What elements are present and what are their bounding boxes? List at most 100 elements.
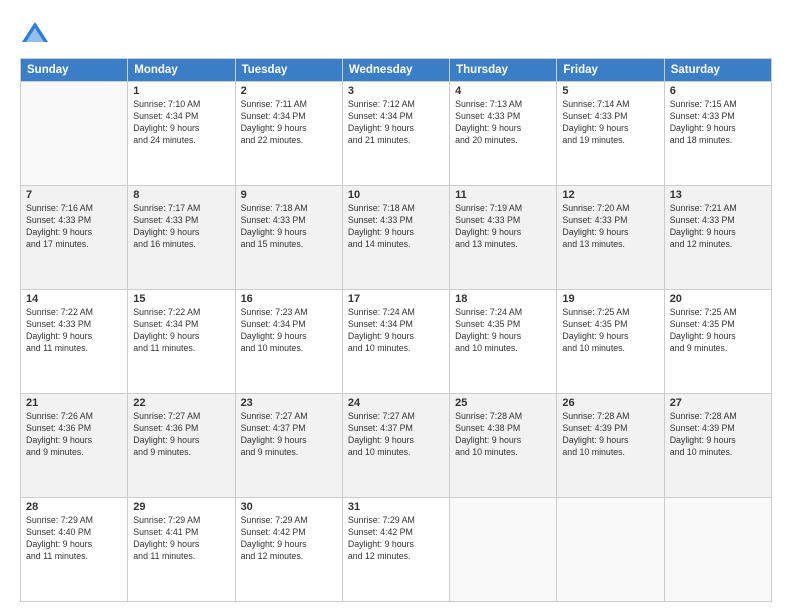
day-number: 21 — [26, 397, 122, 409]
calendar-cell: 5 Sunrise: 7:14 AM Sunset: 4:33 PM Daylig… — [557, 82, 664, 186]
day-info: Sunrise: 7:29 AM Sunset: 4:42 PM Dayligh… — [348, 515, 444, 563]
day-number: 1 — [133, 85, 229, 97]
day-number: 9 — [241, 189, 337, 201]
calendar-week-row: 7 Sunrise: 7:16 AM Sunset: 4:33 PM Daylig… — [21, 186, 772, 290]
day-info: Sunrise: 7:17 AM Sunset: 4:33 PM Dayligh… — [133, 203, 229, 251]
day-number: 3 — [348, 85, 444, 97]
weekday-friday: Friday — [557, 59, 664, 82]
calendar-cell: 11 Sunrise: 7:19 AM Sunset: 4:33 PM Dayli… — [450, 186, 557, 290]
day-number: 10 — [348, 189, 444, 201]
calendar-week-row: 14 Sunrise: 7:22 AM Sunset: 4:33 PM Dayli… — [21, 290, 772, 394]
day-number: 11 — [455, 189, 551, 201]
calendar-cell — [664, 498, 771, 602]
weekday-sunday: Sunday — [21, 59, 128, 82]
calendar-cell: 10Sunrise: 7:18 AM Sunset: 4:33 PM Dayli… — [342, 186, 449, 290]
calendar-cell: 7 Sunrise: 7:16 AM Sunset: 4:33 PM Daylig… — [21, 186, 128, 290]
calendar-cell: 14 Sunrise: 7:22 AM Sunset: 4:33 PM Dayli… — [21, 290, 128, 394]
calendar-cell — [557, 498, 664, 602]
day-number: 15 — [133, 293, 229, 305]
calendar-cell: 28Sunrise: 7:29 AM Sunset: 4:40 PM Dayli… — [21, 498, 128, 602]
calendar-cell: 27 Sunrise: 7:28 AM Sunset: 4:39 PM Dayli… — [664, 394, 771, 498]
calendar-cell: 25 Sunrise: 7:28 AM Sunset: 4:38 PM Dayli… — [450, 394, 557, 498]
calendar-cell: 8Sunrise: 7:17 AM Sunset: 4:33 PM Daylig… — [128, 186, 235, 290]
day-info: Sunrise: 7:28 AM Sunset: 4:39 PM Dayligh… — [670, 411, 766, 459]
day-info: Sunrise: 7:12 AM Sunset: 4:34 PM Dayligh… — [348, 99, 444, 147]
weekday-monday: Monday — [128, 59, 235, 82]
day-info: Sunrise: 7:27 AM Sunset: 4:36 PM Dayligh… — [133, 411, 229, 459]
calendar-cell: 4Sunrise: 7:13 AM Sunset: 4:33 PM Daylig… — [450, 82, 557, 186]
day-info: Sunrise: 7:28 AM Sunset: 4:39 PM Dayligh… — [562, 411, 658, 459]
day-number: 31 — [348, 501, 444, 513]
day-number: 25 — [455, 397, 551, 409]
day-info: Sunrise: 7:20 AM Sunset: 4:33 PM Dayligh… — [562, 203, 658, 251]
calendar-cell: 24 Sunrise: 7:27 AM Sunset: 4:37 PM Dayli… — [342, 394, 449, 498]
day-number: 19 — [562, 293, 658, 305]
day-info: Sunrise: 7:15 AM Sunset: 4:33 PM Dayligh… — [670, 99, 766, 147]
day-info: Sunrise: 7:28 AM Sunset: 4:38 PM Dayligh… — [455, 411, 551, 459]
day-number: 17 — [348, 293, 444, 305]
day-info: Sunrise: 7:23 AM Sunset: 4:34 PM Dayligh… — [241, 307, 337, 355]
day-number: 4 — [455, 85, 551, 97]
calendar-cell: 16 Sunrise: 7:23 AM Sunset: 4:34 PM Dayli… — [235, 290, 342, 394]
day-number: 26 — [562, 397, 658, 409]
logo — [20, 18, 54, 48]
day-number: 24 — [348, 397, 444, 409]
calendar-cell: 12 Sunrise: 7:20 AM Sunset: 4:33 PM Dayli… — [557, 186, 664, 290]
weekday-header-row: SundayMondayTuesdayWednesdayThursdayFrid… — [21, 59, 772, 82]
day-info: Sunrise: 7:22 AM Sunset: 4:34 PM Dayligh… — [133, 307, 229, 355]
day-number: 29 — [133, 501, 229, 513]
calendar-cell: 3 Sunrise: 7:12 AM Sunset: 4:34 PM Daylig… — [342, 82, 449, 186]
day-info: Sunrise: 7:25 AM Sunset: 4:35 PM Dayligh… — [670, 307, 766, 355]
weekday-wednesday: Wednesday — [342, 59, 449, 82]
day-info: Sunrise: 7:27 AM Sunset: 4:37 PM Dayligh… — [348, 411, 444, 459]
day-info: Sunrise: 7:24 AM Sunset: 4:34 PM Dayligh… — [348, 307, 444, 355]
day-info: Sunrise: 7:11 AM Sunset: 4:34 PM Dayligh… — [241, 99, 337, 147]
calendar-cell: 19 Sunrise: 7:25 AM Sunset: 4:35 PM Dayli… — [557, 290, 664, 394]
calendar-cell: 17 Sunrise: 7:24 AM Sunset: 4:34 PM Dayli… — [342, 290, 449, 394]
day-info: Sunrise: 7:26 AM Sunset: 4:36 PM Dayligh… — [26, 411, 122, 459]
calendar-cell — [21, 82, 128, 186]
day-info: Sunrise: 7:29 AM Sunset: 4:41 PM Dayligh… — [133, 515, 229, 563]
weekday-tuesday: Tuesday — [235, 59, 342, 82]
day-info: Sunrise: 7:14 AM Sunset: 4:33 PM Dayligh… — [562, 99, 658, 147]
day-info: Sunrise: 7:19 AM Sunset: 4:33 PM Dayligh… — [455, 203, 551, 251]
day-number: 12 — [562, 189, 658, 201]
calendar-cell: 29 Sunrise: 7:29 AM Sunset: 4:41 PM Dayli… — [128, 498, 235, 602]
day-info: Sunrise: 7:27 AM Sunset: 4:37 PM Dayligh… — [241, 411, 337, 459]
calendar-cell: 18Sunrise: 7:24 AM Sunset: 4:35 PM Dayli… — [450, 290, 557, 394]
day-info: Sunrise: 7:25 AM Sunset: 4:35 PM Dayligh… — [562, 307, 658, 355]
day-number: 18 — [455, 293, 551, 305]
calendar-cell: 20 Sunrise: 7:25 AM Sunset: 4:35 PM Dayli… — [664, 290, 771, 394]
day-info: Sunrise: 7:29 AM Sunset: 4:40 PM Dayligh… — [26, 515, 122, 563]
calendar-cell: 30Sunrise: 7:29 AM Sunset: 4:42 PM Dayli… — [235, 498, 342, 602]
day-number: 6 — [670, 85, 766, 97]
calendar-week-row: 21 Sunrise: 7:26 AM Sunset: 4:36 PM Dayli… — [21, 394, 772, 498]
day-info: Sunrise: 7:10 AM Sunset: 4:34 PM Dayligh… — [133, 99, 229, 147]
calendar-week-row: 28Sunrise: 7:29 AM Sunset: 4:40 PM Dayli… — [21, 498, 772, 602]
day-info: Sunrise: 7:22 AM Sunset: 4:33 PM Dayligh… — [26, 307, 122, 355]
calendar-cell: 26 Sunrise: 7:28 AM Sunset: 4:39 PM Dayli… — [557, 394, 664, 498]
day-number: 23 — [241, 397, 337, 409]
calendar-cell: 22 Sunrise: 7:27 AM Sunset: 4:36 PM Dayli… — [128, 394, 235, 498]
calendar-cell: 13Sunrise: 7:21 AM Sunset: 4:33 PM Dayli… — [664, 186, 771, 290]
weekday-thursday: Thursday — [450, 59, 557, 82]
day-number: 14 — [26, 293, 122, 305]
day-number: 22 — [133, 397, 229, 409]
calendar-cell: 1 Sunrise: 7:10 AM Sunset: 4:34 PM Daylig… — [128, 82, 235, 186]
weekday-saturday: Saturday — [664, 59, 771, 82]
day-number: 5 — [562, 85, 658, 97]
calendar-cell: 15 Sunrise: 7:22 AM Sunset: 4:34 PM Dayli… — [128, 290, 235, 394]
day-info: Sunrise: 7:16 AM Sunset: 4:33 PM Dayligh… — [26, 203, 122, 251]
day-number: 20 — [670, 293, 766, 305]
calendar-cell: 31 Sunrise: 7:29 AM Sunset: 4:42 PM Dayli… — [342, 498, 449, 602]
calendar-cell: 9Sunrise: 7:18 AM Sunset: 4:33 PM Daylig… — [235, 186, 342, 290]
day-number: 16 — [241, 293, 337, 305]
day-number: 2 — [241, 85, 337, 97]
calendar-cell: 21 Sunrise: 7:26 AM Sunset: 4:36 PM Dayli… — [21, 394, 128, 498]
calendar-cell: 2 Sunrise: 7:11 AM Sunset: 4:34 PM Daylig… — [235, 82, 342, 186]
day-number: 7 — [26, 189, 122, 201]
day-number: 27 — [670, 397, 766, 409]
page: SundayMondayTuesdayWednesdayThursdayFrid… — [0, 0, 792, 612]
calendar-week-row: 1 Sunrise: 7:10 AM Sunset: 4:34 PM Daylig… — [21, 82, 772, 186]
calendar-cell: 6 Sunrise: 7:15 AM Sunset: 4:33 PM Daylig… — [664, 82, 771, 186]
